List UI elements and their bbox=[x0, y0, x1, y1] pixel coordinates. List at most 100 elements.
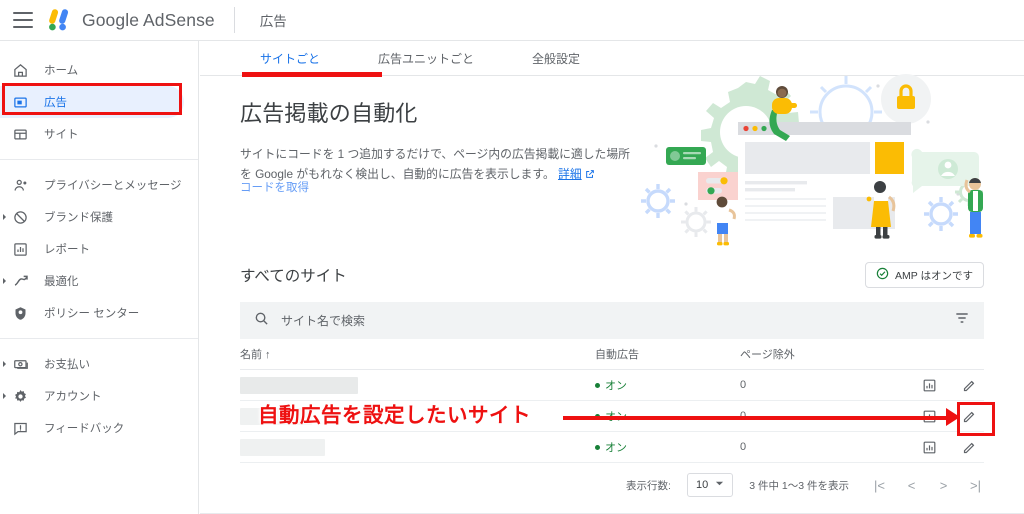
sites-table: 名前 ↑ 自動広告 ページ除外 オン 0 オン 0 オン 0 bbox=[240, 339, 984, 463]
sidebar-item-brand-safety[interactable]: ブランド保護 bbox=[0, 201, 184, 233]
sidebar-divider bbox=[0, 159, 198, 160]
chevron-right-icon[interactable] bbox=[3, 214, 6, 220]
amp-status-badge[interactable]: AMP はオンです bbox=[865, 262, 984, 288]
sidebar-label: アカウント bbox=[44, 391, 102, 403]
sidebar-item-sites[interactable]: サイト bbox=[0, 118, 184, 150]
tab-by-ad-unit[interactable]: 広告ユニットごと bbox=[378, 41, 474, 76]
redacted-site-name bbox=[240, 438, 325, 456]
tab-bar: サイトごと 広告ユニットごと 全般設定 bbox=[200, 41, 1024, 77]
sidebar-item-reports[interactable]: レポート bbox=[0, 233, 184, 265]
page-exclusions-cell: 0 bbox=[740, 410, 747, 422]
site-search-bar[interactable]: サイト名で検索 bbox=[240, 302, 984, 339]
status-badge: オン bbox=[595, 439, 740, 455]
adsense-ads-page: Google AdSense 広告 ホーム 広告 サイト プライバシーとメッセー… bbox=[0, 0, 1024, 514]
sidebar-label: フィードバック bbox=[44, 423, 125, 435]
auto-ads-promo: 広告掲載の自動化 サイトにコードを 1 つ追加するだけで、ページ内の広告掲載に適… bbox=[200, 74, 1024, 252]
hamburger-menu-icon[interactable] bbox=[13, 12, 33, 28]
rows-per-page-select[interactable]: 10 bbox=[686, 473, 734, 497]
reports-bar-chart-icon bbox=[12, 241, 29, 258]
sidebar-item-policy-center[interactable]: ポリシー センター bbox=[0, 297, 184, 329]
sidebar-label: サイト bbox=[44, 129, 79, 141]
account-gear-icon bbox=[12, 388, 29, 405]
external-link-icon bbox=[585, 165, 595, 185]
sidebar-label: ポリシー センター bbox=[44, 308, 140, 320]
status-label: オン bbox=[605, 442, 627, 454]
stats-bar-chart-icon[interactable] bbox=[920, 376, 938, 394]
column-header-page-exclusions: ページ除外 bbox=[740, 349, 795, 361]
stats-bar-chart-icon[interactable] bbox=[920, 407, 938, 425]
chevron-right-icon[interactable] bbox=[3, 278, 6, 284]
table-row[interactable]: オン 0 bbox=[240, 432, 984, 463]
auto-ads-cell: オン bbox=[595, 408, 740, 424]
nav-group-manage: プライバシーとメッセージ ブランド保護 レポート 最適化 ポリシー センター bbox=[0, 163, 198, 335]
tab-general-settings[interactable]: 全般設定 bbox=[532, 41, 580, 76]
status-dot-icon bbox=[595, 444, 600, 450]
next-page-button[interactable]: > bbox=[937, 478, 950, 493]
sidebar-label: レポート bbox=[44, 244, 90, 256]
last-page-button[interactable]: >| bbox=[969, 478, 982, 493]
pagination: 表示行数: 10 3 件中 1～3 件を表示 |< < > >| bbox=[200, 463, 1024, 507]
check-circle-icon bbox=[876, 267, 889, 283]
page-title: 広告 bbox=[259, 14, 287, 29]
main-content: サイトごと 広告ユニットごと 全般設定 広告掲載の自動化 サイトにコードを 1 … bbox=[200, 41, 1024, 514]
nav-group-account: お支払い アカウント フィードバック bbox=[0, 342, 198, 450]
status-label: オン bbox=[605, 411, 627, 423]
sidebar-item-feedback[interactable]: フィードバック bbox=[0, 412, 184, 444]
adsense-mark-icon bbox=[47, 8, 73, 32]
optimization-trend-icon bbox=[12, 273, 29, 290]
sidebar-item-account[interactable]: アカウント bbox=[0, 380, 184, 412]
site-name-cell bbox=[240, 376, 595, 394]
sidebar-item-home[interactable]: ホーム bbox=[0, 54, 184, 86]
pagination-arrows: |< < > >| bbox=[873, 478, 982, 493]
pagination-range: 3 件中 1～3 件を表示 bbox=[749, 479, 849, 492]
auto-ads-cell: オン bbox=[595, 439, 740, 455]
column-header-name[interactable]: 名前 ↑ bbox=[240, 346, 595, 362]
app-header: Google AdSense 広告 bbox=[0, 0, 1024, 41]
stats-bar-chart-icon[interactable] bbox=[920, 438, 938, 456]
table-row[interactable]: オン 0 bbox=[240, 401, 984, 432]
sidebar-label: ブランド保護 bbox=[44, 212, 113, 224]
status-dot-icon bbox=[595, 413, 600, 419]
promo-learn-more-link[interactable]: 詳細 bbox=[558, 167, 582, 181]
site-name-cell bbox=[240, 438, 595, 456]
amp-badge-label: AMP はオンです bbox=[895, 269, 973, 282]
sidebar-divider bbox=[0, 338, 198, 339]
auto-ads-cell: オン bbox=[595, 377, 740, 393]
edit-pencil-icon[interactable] bbox=[960, 438, 978, 456]
edit-pencil-icon[interactable] bbox=[960, 407, 978, 425]
sidebar-item-optimization[interactable]: 最適化 bbox=[0, 265, 184, 297]
sidebar-item-privacy-messaging[interactable]: プライバシーとメッセージ bbox=[0, 169, 184, 201]
sidebar-item-payments[interactable]: お支払い bbox=[0, 348, 184, 380]
chevron-right-icon[interactable] bbox=[3, 393, 6, 399]
edit-pencil-icon[interactable] bbox=[960, 376, 978, 394]
row-actions bbox=[888, 376, 984, 394]
page-exclusions-cell: 0 bbox=[740, 379, 747, 391]
adsense-logo[interactable]: Google AdSense bbox=[47, 8, 215, 32]
brand-text: Google AdSense bbox=[82, 9, 215, 30]
sidebar-item-ads[interactable]: 広告 bbox=[0, 86, 184, 118]
search-icon bbox=[254, 311, 270, 331]
search-input[interactable]: サイト名で検索 bbox=[281, 312, 954, 329]
status-dot-icon bbox=[595, 382, 600, 388]
tab-by-site[interactable]: サイトごと bbox=[260, 41, 320, 76]
first-page-button[interactable]: |< bbox=[873, 478, 886, 493]
get-code-button[interactable]: コードを取得 bbox=[240, 179, 309, 195]
rows-per-page-label: 表示行数: bbox=[626, 479, 671, 492]
auto-ads-browser-illustration bbox=[628, 74, 1018, 252]
home-icon bbox=[12, 62, 29, 79]
header-divider bbox=[233, 7, 235, 33]
sidebar: ホーム 広告 サイト プライバシーとメッセージ ブランド保護 レポート 最適化 … bbox=[0, 41, 199, 514]
filter-icon[interactable] bbox=[954, 310, 970, 331]
column-header-auto-ads: 自動広告 bbox=[595, 349, 639, 361]
sidebar-label: 最適化 bbox=[44, 276, 79, 288]
prev-page-button[interactable]: < bbox=[905, 478, 918, 493]
sidebar-label: ホーム bbox=[44, 65, 79, 77]
status-badge: オン bbox=[595, 408, 740, 424]
promo-heading: 広告掲載の自動化 bbox=[240, 101, 418, 126]
all-sites-title: すべてのサイト bbox=[240, 268, 347, 285]
site-name-cell bbox=[240, 407, 595, 425]
chevron-right-icon[interactable] bbox=[3, 361, 6, 367]
privacy-person-icon bbox=[12, 177, 29, 194]
table-row[interactable]: オン 0 bbox=[240, 370, 984, 401]
sidebar-label: プライバシーとメッセージ bbox=[44, 180, 182, 192]
